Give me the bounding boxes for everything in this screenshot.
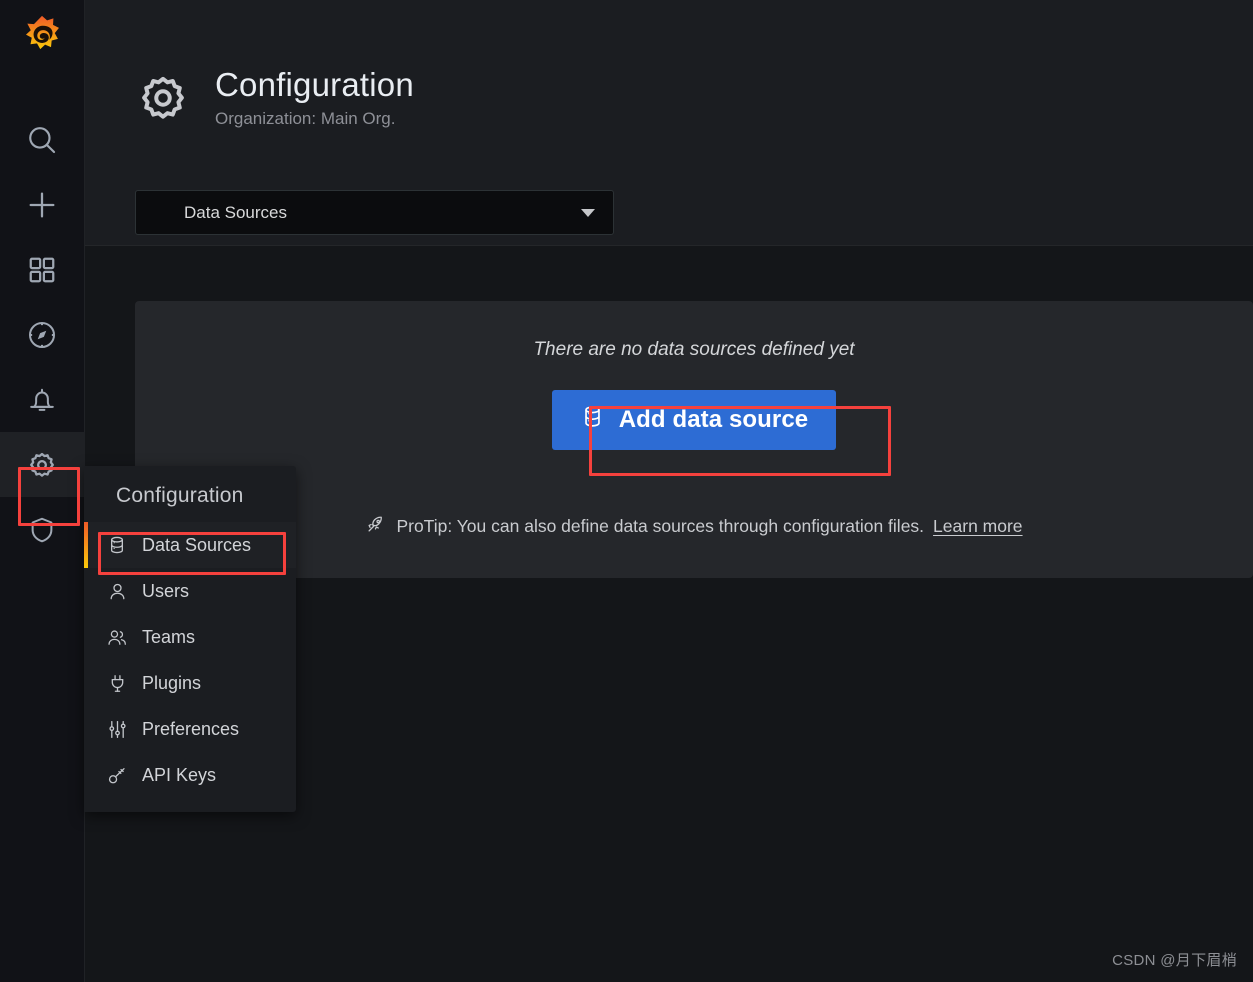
sidebar	[0, 0, 85, 982]
sidebar-item-search[interactable]	[0, 107, 85, 172]
flyout-item-label: API Keys	[142, 764, 217, 785]
chevron-down-icon	[581, 208, 595, 217]
selector-value: Data Sources	[184, 202, 287, 222]
flyout-item-label: Data Sources	[142, 534, 252, 555]
data-sources-panel: There are no data sources defined yet Ad…	[135, 301, 1253, 578]
database-icon	[106, 535, 128, 555]
sidebar-item-server-admin[interactable]	[0, 497, 85, 562]
sidebar-item-create[interactable]	[0, 172, 85, 237]
watermark: CSDN @月下眉梢	[1112, 952, 1237, 969]
flyout-item-users[interactable]: Users	[84, 568, 296, 614]
learn-more-link[interactable]: Learn more	[933, 516, 1023, 537]
flyout-item-label: Plugins	[142, 672, 202, 693]
empty-state-message: There are no data sources defined yet	[533, 339, 855, 360]
flyout-header: Configuration	[116, 484, 244, 507]
flyout-item-label: Teams	[142, 626, 196, 647]
flyout-item-data-sources[interactable]: Data Sources	[84, 522, 296, 568]
flyout-item-teams[interactable]: Teams	[84, 614, 296, 660]
title-row: Configuration Organization: Main Org.	[135, 66, 414, 131]
plug-icon	[106, 673, 128, 694]
gear-icon	[135, 70, 191, 131]
grafana-logo[interactable]	[0, 0, 85, 74]
flyout-item-plugins[interactable]: Plugins	[84, 660, 296, 706]
key-icon	[106, 765, 128, 786]
configuration-flyout-menu: Configuration Data Sources Users Teams P…	[84, 466, 296, 812]
database-icon	[580, 404, 605, 436]
add-data-source-button[interactable]: Add data source	[551, 390, 837, 450]
sidebar-item-alerting[interactable]	[0, 367, 85, 432]
add-data-source-wrapper: Add data source	[135, 390, 1253, 450]
page-title: Configuration	[215, 66, 414, 103]
data-sources-selector[interactable]: Data Sources	[135, 190, 614, 235]
page-subtitle: Organization: Main Org.	[215, 108, 396, 128]
sidebar-item-configuration[interactable]	[0, 432, 85, 497]
flyout-item-api-keys[interactable]: API Keys	[84, 752, 296, 798]
users-icon	[106, 627, 128, 648]
sidebar-item-dashboards[interactable]	[0, 237, 85, 302]
flyout-item-preferences[interactable]: Preferences	[84, 706, 296, 752]
protip-row: ProTip: You can also define data sources…	[135, 513, 1253, 540]
flyout-item-label: Users	[142, 580, 190, 601]
sliders-icon	[106, 719, 128, 740]
user-icon	[106, 581, 128, 602]
add-data-source-label: Add data source	[618, 406, 809, 433]
flyout-item-label: Preferences	[142, 718, 240, 739]
page-header: Configuration Organization: Main Org. Da…	[85, 0, 1253, 246]
protip-text: ProTip: You can also define data sources…	[396, 516, 925, 536]
title-block: Configuration Organization: Main Org.	[215, 66, 414, 129]
sidebar-item-explore[interactable]	[0, 302, 85, 367]
rocket-icon	[365, 513, 387, 540]
